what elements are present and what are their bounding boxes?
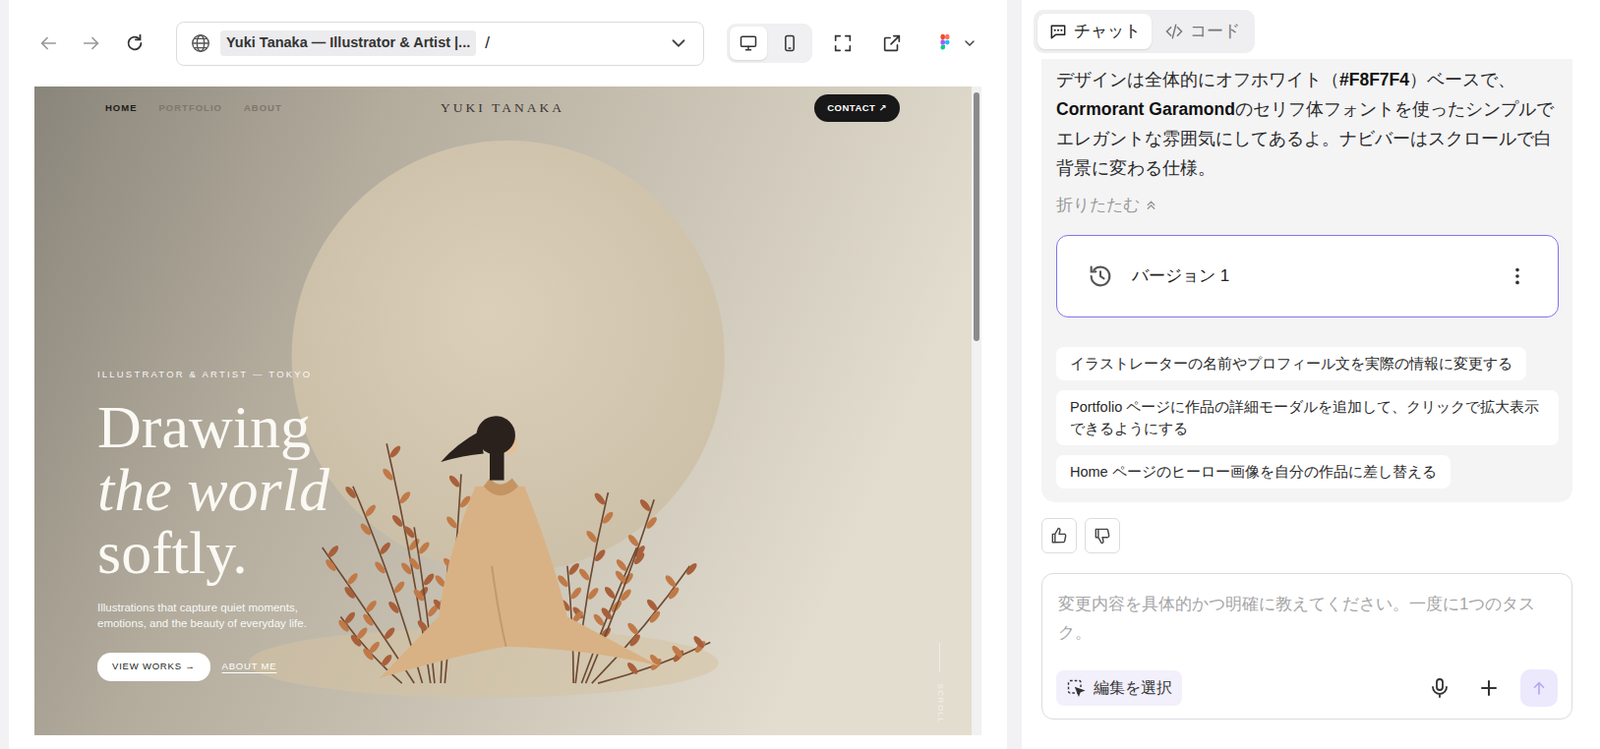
suggestion-list: イラストレーターの名前やプロフィール文を実際の情報に変更する Portfolio …	[1056, 347, 1559, 489]
tab-label: チャット	[1073, 18, 1141, 45]
nav-item[interactable]: HOME	[105, 101, 138, 116]
heading-line: the world	[97, 458, 972, 522]
nav-item[interactable]: PORTFOLIO	[159, 101, 223, 116]
view-works-label: VIEW WORKS	[112, 660, 182, 672]
chat-icon	[1048, 21, 1068, 42]
collapse-icon	[1144, 198, 1158, 212]
mobile-icon	[779, 33, 800, 54]
reload-icon[interactable]	[123, 32, 146, 55]
desktop-icon	[738, 33, 759, 54]
select-icon	[1066, 678, 1086, 699]
scroll-hint: SCROLL	[919, 643, 960, 711]
more-icon[interactable]	[1506, 265, 1529, 288]
chat-input[interactable]	[1056, 588, 1558, 650]
scroll-text: SCROLL	[933, 683, 946, 724]
message-segment: デザインは全体的にオフホワイト（	[1056, 69, 1340, 90]
contact-label: CONTACT	[827, 102, 876, 114]
view-works-button[interactable]: VIEW WORKS →	[97, 652, 211, 681]
scrollbar-track[interactable]	[971, 86, 982, 736]
site-brand[interactable]: YUKI TANAKA	[440, 98, 565, 119]
desktop-view-button[interactable]	[729, 26, 768, 60]
microphone-icon[interactable]	[1427, 676, 1452, 701]
page-path: /	[484, 30, 490, 57]
forward-icon[interactable]	[80, 32, 103, 55]
collapse-label: 折りたたむ	[1056, 192, 1140, 218]
message-segment: #F8F7F4	[1339, 69, 1410, 90]
heading-line: Drawing	[97, 395, 972, 459]
mobile-view-button[interactable]	[770, 26, 809, 60]
suggestion-chip[interactable]: Portfolio ページに作品の詳細モーダルを追加して、クリックで拡大表示でき…	[1056, 390, 1559, 446]
tab-label: コード	[1189, 18, 1241, 45]
contact-button[interactable]: CONTACT ↗	[814, 94, 900, 122]
device-toggle	[726, 23, 813, 63]
fullscreen-icon[interactable]	[831, 32, 854, 55]
send-button[interactable]	[1520, 669, 1558, 708]
panel-tab[interactable]: チャット	[1037, 13, 1152, 50]
history-icon	[1086, 262, 1115, 291]
scrollbar-thumb[interactable]	[973, 92, 980, 342]
assistant-message: デザインは全体的にオフホワイト（#F8F7F4）ベースで、 Cormorant G…	[1041, 59, 1573, 503]
figma-icon[interactable]	[934, 32, 956, 55]
message-text: デザインは全体的にオフホワイト（#F8F7F4）ベースで、 Cormorant G…	[1056, 64, 1559, 183]
arrow-icon: →	[184, 660, 195, 672]
site-navbar: HOME PORTFOLIO ABOUT YUKI TANAKA CONTACT ↗	[34, 86, 972, 122]
message-segment: ）ベースで、	[1409, 69, 1516, 90]
plus-icon[interactable]	[1477, 676, 1501, 701]
chevron-down-icon[interactable]	[667, 32, 690, 55]
select-edit-label: 編集を選択	[1093, 676, 1173, 701]
message-segment: Cormorant Garamond	[1056, 99, 1236, 119]
panel-tabs: チャット コード	[1033, 9, 1255, 54]
hero-section: HOME PORTFOLIO ABOUT YUKI TANAKA CONTACT ↗…	[34, 86, 972, 736]
collapse-button[interactable]: 折りたたむ	[1056, 192, 1158, 218]
globe-icon	[189, 32, 212, 55]
panel-tab[interactable]: コード	[1153, 13, 1251, 50]
arrow-icon: ↗	[879, 102, 888, 114]
hero-subtitle: Illustrations that capture quiet moments…	[97, 599, 349, 632]
back-icon[interactable]	[37, 32, 60, 55]
suggestion-chip[interactable]: Home ページのヒーロー画像を自分の作品に差し替える	[1056, 455, 1451, 489]
chevron-down-icon[interactable]	[961, 32, 978, 55]
chat-input-box: 編集を選択	[1041, 573, 1573, 720]
hero-eyebrow: ILLUSTRATOR & ARTIST — TOKYO	[97, 367, 972, 382]
nav-item[interactable]: ABOUT	[243, 101, 283, 116]
external-link-icon[interactable]	[881, 32, 903, 55]
version-label: バージョン 1	[1131, 263, 1230, 290]
arrow-up-icon	[1530, 679, 1548, 698]
suggestion-chip[interactable]: イラストレーターの名前やプロフィール文を実際の情報に変更する	[1056, 347, 1527, 381]
code-icon	[1164, 21, 1185, 42]
thumbs-down-icon[interactable]	[1084, 518, 1121, 554]
heading-line: softly.	[97, 521, 972, 585]
version-card[interactable]: バージョン 1	[1056, 235, 1559, 318]
page-title: Yuki Tanaka — Illustrator & Artist |...	[220, 30, 476, 57]
address-bar[interactable]: Yuki Tanaka — Illustrator & Artist |... …	[176, 21, 705, 66]
select-edit-button[interactable]: 編集を選択	[1056, 670, 1183, 707]
hero-heading: Drawingthe worldsoftly.	[97, 395, 972, 585]
about-me-link[interactable]: ABOUT ME	[222, 659, 278, 674]
thumbs-up-icon[interactable]	[1041, 518, 1077, 554]
